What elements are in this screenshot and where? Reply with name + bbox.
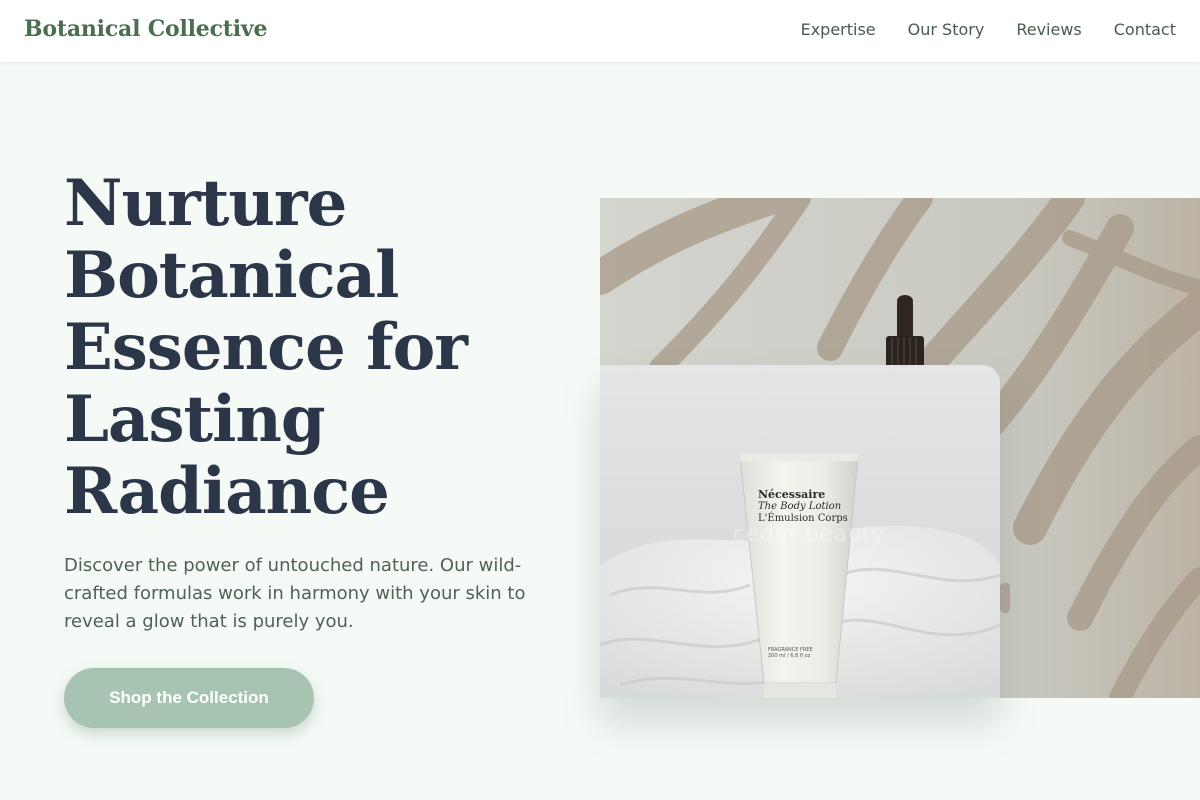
nav-expertise[interactable]: Expertise	[801, 20, 876, 39]
nav-reviews[interactable]: Reviews	[1016, 20, 1081, 39]
product-line1: The Body Lotion	[758, 501, 842, 512]
product-small-print: FRAGRANCE FREE 200 ml / 6.8 fl oz	[768, 647, 813, 659]
site-header: Botanical Collective Expertise Our Story…	[0, 0, 1200, 63]
hero-description: Discover the power of untouched nature. …	[64, 555, 526, 632]
product-volume: 200 ml / 6.8 fl oz	[768, 653, 811, 659]
main-nav: Expertise Our Story Reviews Contact	[801, 20, 1176, 39]
brand-logo[interactable]: Botanical Collective	[24, 16, 267, 42]
hero-title-line: Botanical	[64, 238, 399, 313]
hero-title-line: Radiance	[64, 454, 390, 529]
hero-title: Nurture Botanical Essence for Lasting Ra…	[64, 168, 544, 528]
shop-collection-button[interactable]: Shop the Collection	[64, 668, 314, 728]
hero-title-line: Essence for	[64, 310, 468, 385]
hero-title-line: Nurture	[64, 166, 347, 241]
nav-contact[interactable]: Contact	[1114, 20, 1176, 39]
product-brand: Nécessaire	[758, 488, 826, 501]
hero-title-line: Lasting	[64, 382, 326, 457]
nav-our-story[interactable]: Our Story	[908, 20, 985, 39]
image-watermark: cedar beauty	[733, 522, 885, 547]
product-label: Nécessaire The Body Lotion L'Émulsion Co…	[758, 488, 868, 525]
